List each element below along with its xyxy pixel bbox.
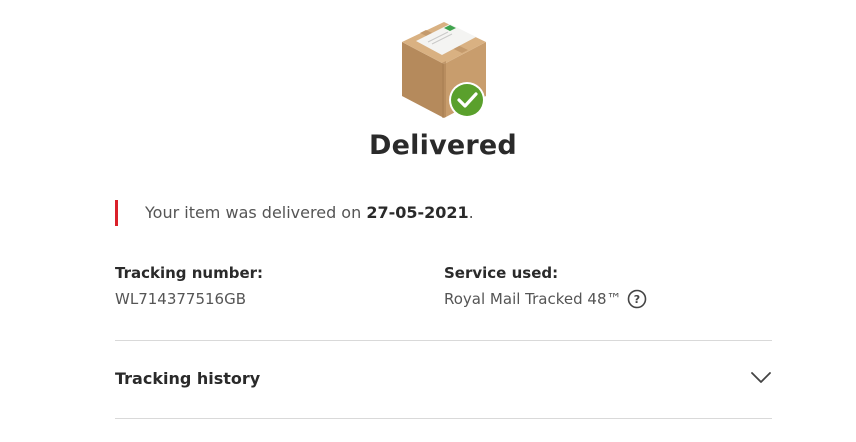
tracking-history-toggle[interactable]: Tracking history xyxy=(115,341,772,417)
tracking-number-label: Tracking number: xyxy=(115,264,264,282)
help-circle-icon[interactable]: ? xyxy=(627,289,647,309)
delivery-notice: Your item was delivered on 27-05-2021. xyxy=(115,200,474,226)
delivery-date: 27-05-2021 xyxy=(366,203,469,222)
svg-text:?: ? xyxy=(634,293,640,306)
status-title: Delivered xyxy=(369,130,517,161)
tracking-history-label: Tracking history xyxy=(115,369,261,388)
delivery-notice-text: Your item was delivered on xyxy=(145,203,367,222)
tracking-number-value: WL714377516GB xyxy=(115,290,246,308)
parcel-delivered-icon xyxy=(402,22,486,118)
delivery-notice-suffix: . xyxy=(468,203,474,222)
divider xyxy=(115,418,772,419)
tracking-result-page: Delivered Your item was delivered on 27-… xyxy=(0,0,856,442)
service-used-label: Service used: xyxy=(444,264,559,282)
service-used-value: Royal Mail Tracked 48™ xyxy=(444,290,622,308)
chevron-down-icon xyxy=(751,372,771,383)
